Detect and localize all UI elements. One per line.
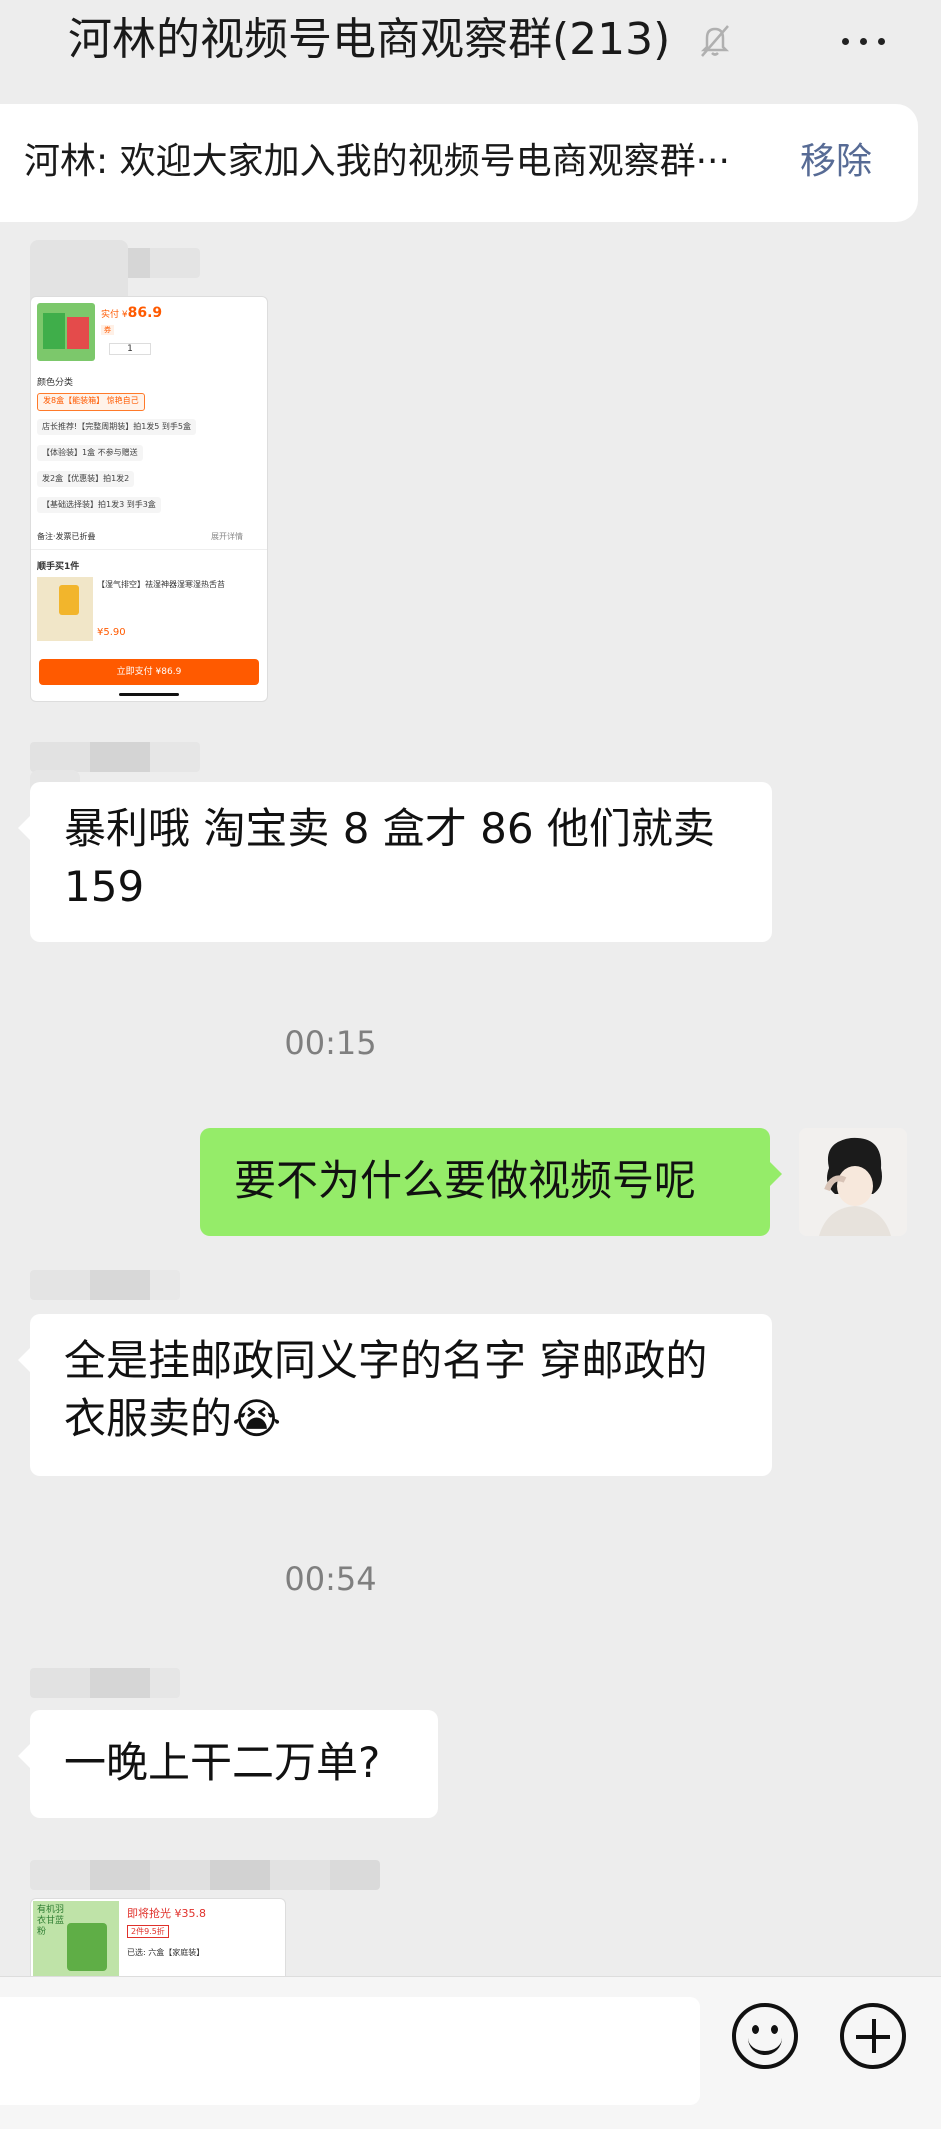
sender-name-blurred [30,1270,180,1300]
my-avatar[interactable] [799,1128,907,1236]
quantity-stepper[interactable]: 1 [109,343,151,355]
pinned-announcement[interactable]: 河林: 欢迎大家加入我的视频号电商观察群··· 移除 [0,104,918,222]
sender-name-blurred [30,1860,380,1890]
bell-off-icon [695,20,735,60]
addon-title: 顺手买1件 [37,562,80,572]
product-thumbnail: 有机羽衣甘蓝粉 [33,1901,119,1977]
shared-screenshot-image[interactable]: 有机羽衣甘蓝粉 即将抢光 ¥35.8 2件9.5折 已选: 六盒【家庭装】 [30,1898,286,1977]
pinned-remove-button[interactable]: 移除 [800,138,872,186]
variant-chip[interactable]: 店长推荐!【完整周期装】拍1发5 到手5盒 [37,419,197,435]
addon-image [37,577,93,641]
message-text: 一晚上干二万单? [64,1738,381,1787]
message-bubble-mine[interactable]: 要不为什么要做视频号呢 [200,1128,782,1236]
addon-desc: 【湿气排空】祛湿神器湿寒湿热舌苔 [97,580,225,589]
addon-price: ¥5.90 [97,627,126,638]
variant-chip[interactable]: 发8盒【能装箱】 惊艳自己 [37,393,145,411]
product-thumbnail [37,303,95,361]
sender-name-blurred [30,1668,180,1698]
variant-chip[interactable]: 【体验装】1盒 不参与赠送 [37,445,143,461]
message-text: 全是挂邮政同义字的名字 穿邮政的衣服卖的😭 [64,1336,708,1443]
emoji-icon[interactable] [732,2003,798,2069]
plus-icon[interactable] [840,2003,906,2069]
flash-sale-label: 即将抢光 ¥35.8 [127,1907,206,1920]
shared-screenshot-image[interactable]: 实付 ¥86.9 券 1 颜色分类 发8盒【能装箱】 惊艳自己 店长推荐!【完整… [30,296,268,702]
message-bubble[interactable]: 暴利哦 淘宝卖 8 盒才 86 他们就卖 159 [18,782,772,942]
price-label: 实付 ¥86.9 [101,305,163,321]
sender-name-blurred [30,742,200,772]
pinned-text: 河林: 欢迎大家加入我的视频号电商观察群··· [24,141,730,182]
pay-button[interactable]: 立即支付 ¥86.9 [39,659,259,685]
chat-header: 河林的视频号电商观察群(213) [0,0,941,90]
section-label: 颜色分类 [37,378,74,388]
message-bubble[interactable]: 全是挂邮政同义字的名字 穿邮政的衣服卖的😭 [18,1314,772,1476]
more-dots-icon[interactable] [836,22,892,58]
input-bar [0,1976,941,2129]
timestamp: 00:15 [284,1024,377,1062]
coupon-tag: 券 [101,325,114,335]
remark-text: 备注·发票已折叠 [37,532,96,541]
message-input[interactable] [0,1997,700,2105]
variant-chip[interactable]: 【基础选择装】拍1发3 到手3盒 [37,497,161,513]
selected-variant: 已选: 六盒【家庭装】 [127,1948,205,1957]
discount-tag: 2件9.5折 [127,1925,169,1938]
chat-title[interactable]: 河林的视频号电商观察群(213) [68,12,670,68]
message-text: 暴利哦 淘宝卖 8 盒才 86 他们就卖 159 [64,804,715,911]
variant-chip[interactable]: 发2盒【优惠装】拍1发2 [37,471,135,487]
message-bubble[interactable]: 一晚上干二万单? [18,1710,438,1818]
expand-details[interactable]: 展开详情 [211,531,243,542]
message-text: 要不为什么要做视频号呢 [234,1156,697,1205]
timestamp: 00:54 [284,1560,377,1598]
